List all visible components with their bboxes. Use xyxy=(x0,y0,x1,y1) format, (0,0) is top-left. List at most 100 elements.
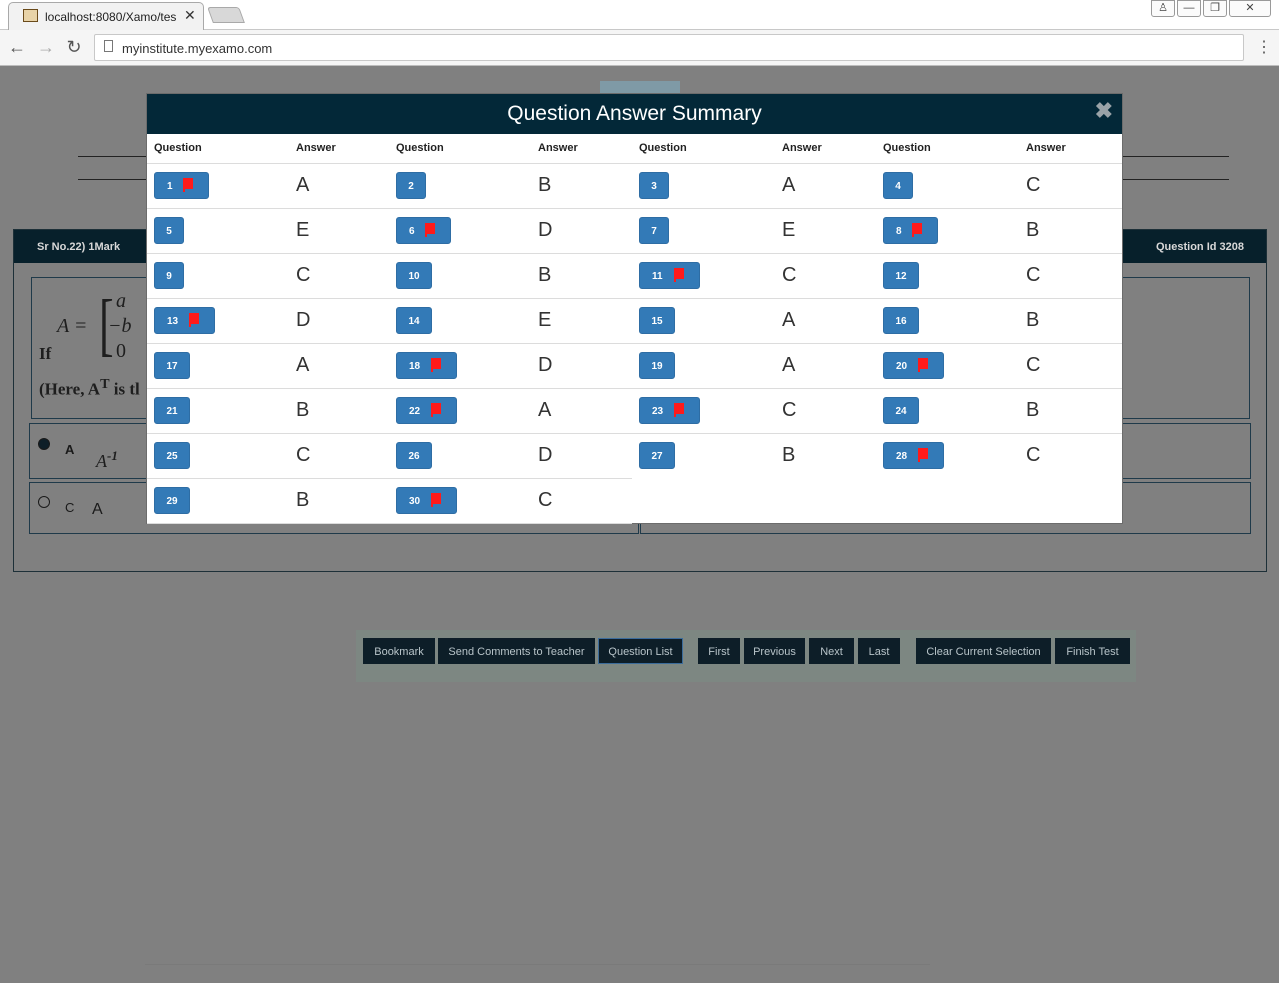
column-header-question: Question xyxy=(396,142,444,154)
question-button-9[interactable]: 9 xyxy=(154,262,184,289)
option-c-radio[interactable] xyxy=(38,496,50,508)
option-a-exponent: -1 xyxy=(107,448,118,463)
browser-tab[interactable]: localhost:8080/Xamo/tes ✕ xyxy=(8,2,204,30)
answer-value: B xyxy=(1026,309,1040,331)
column-header-question: Question xyxy=(639,142,687,154)
bookmark-flag-icon xyxy=(918,358,928,372)
note-tail: is tl xyxy=(109,379,140,399)
question-button-18[interactable]: 18 xyxy=(396,352,457,379)
close-icon[interactable]: ✖ xyxy=(1095,98,1113,124)
finish-test-button[interactable]: Finish Test xyxy=(1055,638,1130,664)
bookmark-flag-icon xyxy=(189,313,199,327)
question-button-4[interactable]: 4 xyxy=(883,172,913,199)
url-text[interactable]: myinstitute.myexamo.com xyxy=(122,41,272,56)
answer-value: A xyxy=(296,354,310,376)
answer-value: C xyxy=(538,489,553,511)
question-button-7[interactable]: 7 xyxy=(639,217,669,244)
question-number: 26 xyxy=(408,451,420,462)
question-button-29[interactable]: 29 xyxy=(154,487,190,514)
option-a-value: A-1 xyxy=(96,448,118,472)
question-button-21[interactable]: 21 xyxy=(154,397,190,424)
question-button-28[interactable]: 28 xyxy=(883,442,944,469)
note-sup: T xyxy=(100,376,110,392)
bookmark-flag-icon xyxy=(431,358,441,372)
question-button-25[interactable]: 25 xyxy=(154,442,190,469)
previous-button[interactable]: Previous xyxy=(744,638,805,664)
column-header-answer: Answer xyxy=(782,142,822,154)
question-number: 9 xyxy=(166,271,172,282)
next-button[interactable]: Next xyxy=(809,638,854,664)
answer-value: E xyxy=(782,219,796,241)
answer-value: C xyxy=(782,264,797,286)
question-button-15[interactable]: 15 xyxy=(639,307,675,334)
question-button-5[interactable]: 5 xyxy=(154,217,184,244)
send-comments-button[interactable]: Send Comments to Teacher xyxy=(438,638,595,664)
footer-line xyxy=(145,964,930,965)
question-number: 15 xyxy=(651,316,663,327)
question-button-20[interactable]: 20 xyxy=(883,352,944,379)
bookmark-flag-icon xyxy=(674,403,684,417)
question-button-3[interactable]: 3 xyxy=(639,172,669,199)
header-tab-strip xyxy=(600,81,680,93)
address-bar[interactable]: myinstitute.myexamo.com xyxy=(94,34,1244,61)
question-button-11[interactable]: 11 xyxy=(639,262,700,289)
question-button-23[interactable]: 23 xyxy=(639,397,700,424)
back-arrow-icon[interactable]: ← xyxy=(7,37,27,58)
profile-icon[interactable]: ♙ xyxy=(1151,0,1175,17)
first-button[interactable]: First xyxy=(698,638,740,664)
question-button-13[interactable]: 13 xyxy=(154,307,215,334)
forward-arrow-icon[interactable]: → xyxy=(36,37,56,58)
option-a-radio[interactable] xyxy=(38,438,50,450)
browser-toolbar: ← → ↻ myinstitute.myexamo.com ⋮ xyxy=(0,30,1279,66)
question-number: 4 xyxy=(895,181,901,192)
question-number: 19 xyxy=(651,361,663,372)
question-list-button[interactable]: Question List xyxy=(598,638,683,664)
clear-selection-button[interactable]: Clear Current Selection xyxy=(916,638,1051,664)
summary-modal: Question Answer Summary ✖ Question Answer… xyxy=(146,93,1123,524)
question-button-8[interactable]: 8 xyxy=(883,217,938,244)
question-button-2[interactable]: 2 xyxy=(396,172,426,199)
answer-value: E xyxy=(538,309,552,331)
question-button-30[interactable]: 30 xyxy=(396,487,457,514)
question-number: 14 xyxy=(408,316,420,327)
tab-title: localhost:8080/Xamo/tes xyxy=(45,10,177,24)
question-button-17[interactable]: 17 xyxy=(154,352,190,379)
browser-menu-icon[interactable]: ⋮ xyxy=(1256,37,1272,57)
question-note: (Here, AT is tl xyxy=(39,376,140,400)
question-button-12[interactable]: 12 xyxy=(883,262,919,289)
answer-value: B xyxy=(538,264,552,286)
question-button-19[interactable]: 19 xyxy=(639,352,675,379)
answer-value: D xyxy=(296,309,311,331)
bookmark-flag-icon xyxy=(425,223,435,237)
last-button[interactable]: Last xyxy=(858,638,900,664)
question-button-26[interactable]: 26 xyxy=(396,442,432,469)
option-a-symbol: A xyxy=(96,451,107,471)
bookmark-button[interactable]: Bookmark xyxy=(363,638,435,664)
question-button-27[interactable]: 27 xyxy=(639,442,675,469)
question-number: 18 xyxy=(409,361,421,372)
question-button-14[interactable]: 14 xyxy=(396,307,432,334)
question-button-10[interactable]: 10 xyxy=(396,262,432,289)
row-divider xyxy=(147,253,1122,254)
question-button-16[interactable]: 16 xyxy=(883,307,919,334)
question-button-6[interactable]: 6 xyxy=(396,217,451,244)
restore-icon[interactable]: ❐ xyxy=(1203,0,1227,17)
question-button-22[interactable]: 22 xyxy=(396,397,457,424)
reload-icon[interactable]: ↻ xyxy=(64,37,84,58)
bookmark-flag-icon xyxy=(431,493,441,507)
new-tab-button[interactable] xyxy=(207,7,245,23)
option-c-letter: C xyxy=(65,500,75,515)
minimize-icon[interactable]: — xyxy=(1177,0,1201,17)
window-close-icon[interactable]: ✕ xyxy=(1229,0,1271,17)
tab-close-icon[interactable]: ✕ xyxy=(184,7,196,24)
column-header-question: Question xyxy=(883,142,931,154)
modal-header: Question Answer Summary ✖ xyxy=(147,94,1122,134)
question-number: 13 xyxy=(167,316,179,327)
window-controls: ♙ — ❐ ✕ xyxy=(1151,0,1271,17)
question-button-24[interactable]: 24 xyxy=(883,397,919,424)
answer-value: B xyxy=(1026,219,1040,241)
answer-value: C xyxy=(1026,444,1041,466)
action-bar: Bookmark Send Comments to Teacher Questi… xyxy=(356,630,1136,682)
page-info-icon[interactable] xyxy=(104,40,113,52)
question-button-1[interactable]: 1 xyxy=(154,172,209,199)
